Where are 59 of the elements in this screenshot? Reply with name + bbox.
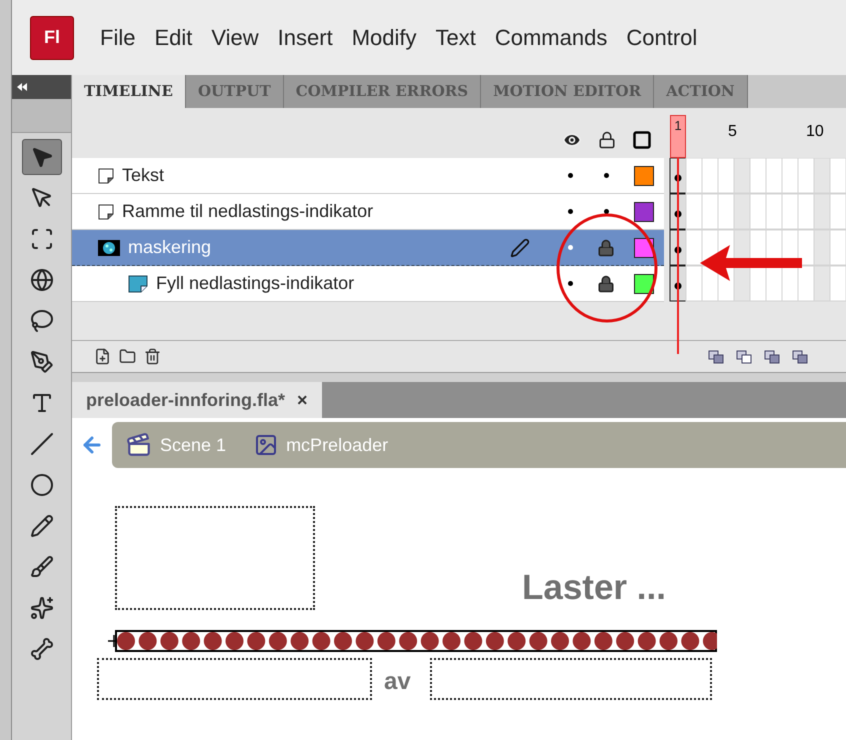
collapse-button[interactable] (12, 75, 71, 99)
menu-item[interactable]: View (211, 21, 259, 54)
layer-name: Ramme til nedlastings-indikator (122, 200, 374, 223)
layer-row[interactable]: Ramme til nedlastings-indikator (72, 194, 664, 230)
masked-layer-icon (128, 274, 148, 292)
loading-heading: Laster ... (522, 567, 666, 609)
layer-icon (98, 204, 114, 220)
layer-row[interactable]: Fyll nedlastings-indikator (72, 266, 664, 302)
app-logo: Fl (30, 16, 74, 60)
menu-item[interactable]: Text (436, 21, 476, 54)
outline-icon[interactable] (632, 130, 652, 150)
menu-item[interactable]: Insert (278, 21, 333, 54)
panel-tab[interactable]: TIMELINE (72, 75, 186, 108)
pen-icon (30, 350, 54, 374)
frame-number: 10 (806, 122, 824, 142)
menu-item[interactable]: Edit (154, 21, 192, 54)
outline-swatch[interactable] (634, 202, 654, 222)
lock-icon[interactable] (598, 131, 616, 149)
close-button[interactable]: × (297, 386, 308, 414)
playhead[interactable]: 1 (670, 115, 686, 158)
outline-swatch[interactable] (634, 166, 654, 186)
brush-icon (30, 555, 54, 579)
onion-skin-icon[interactable] (736, 350, 752, 364)
menu-item[interactable]: Modify (352, 21, 416, 54)
layer-name: maskering (128, 236, 212, 259)
bone-icon (30, 637, 54, 661)
menu-item[interactable]: Control (626, 21, 698, 54)
movie-clip-icon (254, 433, 278, 457)
folder-icon[interactable] (119, 348, 136, 365)
pencil-icon (510, 238, 530, 258)
scene-icon (126, 432, 152, 458)
layer-icon (98, 168, 114, 184)
line-icon (30, 432, 54, 456)
lasso-icon (30, 309, 54, 333)
document-tab[interactable]: preloader-innforing.fla* × (72, 382, 322, 418)
onion-skin-icon[interactable] (764, 350, 780, 364)
deco-icon (30, 596, 54, 620)
onion-skin-icon[interactable] (792, 350, 808, 364)
layer-name: Tekst (122, 164, 164, 187)
menu-item[interactable]: Commands (494, 21, 608, 54)
trash-icon[interactable] (144, 348, 161, 365)
onion-skin-icon[interactable] (708, 350, 724, 364)
transform-icon (30, 227, 54, 251)
subselection-icon (30, 186, 54, 210)
pencil-icon (30, 514, 54, 538)
layer-name: Fyll nedlastings-indikator (156, 272, 354, 295)
double-arrow-icon (16, 83, 28, 91)
separator-label: av (384, 667, 411, 697)
mask-layer-icon (98, 240, 120, 256)
outline-swatch[interactable] (634, 274, 654, 294)
document-title: preloader-innforing.fla* (86, 388, 286, 412)
lock-icon[interactable] (597, 274, 615, 292)
new-layer-icon[interactable] (94, 348, 111, 365)
frame-number: 5 (728, 122, 737, 142)
selection-tool[interactable] (22, 139, 62, 175)
rotation-icon (30, 268, 54, 292)
layer-row[interactable]: Tekst (72, 158, 664, 194)
oval-icon (30, 473, 54, 497)
menu-item[interactable]: File (100, 21, 136, 54)
